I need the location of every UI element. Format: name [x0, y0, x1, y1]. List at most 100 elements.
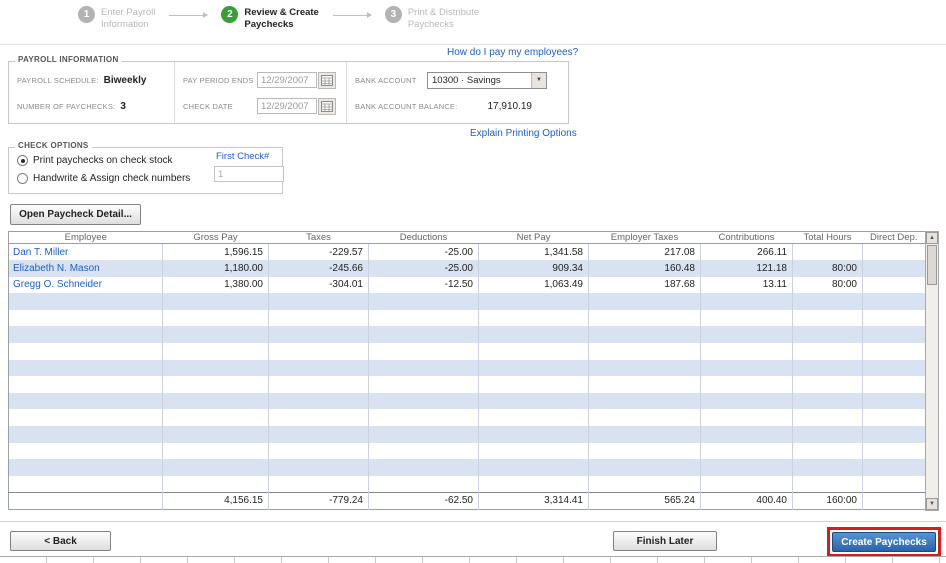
table-row-empty[interactable]	[8, 326, 926, 344]
empty-cell	[862, 359, 926, 377]
handwrite-radio[interactable]	[17, 173, 28, 184]
check-options-title: CHECK OPTIONS	[15, 141, 92, 150]
empty-cell	[700, 475, 793, 493]
total-hours-cell: 80:00	[792, 260, 863, 277]
column-header-direct-dep: Direct Dep.	[862, 231, 926, 244]
print-on-stock-radio[interactable]	[17, 155, 28, 166]
finish-later-button[interactable]: Finish Later	[613, 531, 717, 551]
empty-cell	[588, 442, 701, 460]
empty-cell	[478, 409, 589, 427]
deductions-cell: -12.50	[368, 276, 479, 294]
table-row-empty[interactable]	[8, 309, 926, 327]
employee-name-link[interactable]: Dan T. Miller	[13, 247, 68, 258]
net-pay-cell: 1,341.58	[478, 243, 589, 261]
empty-cell	[368, 475, 479, 493]
empty-cell	[8, 392, 163, 410]
scroll-down-icon[interactable]: ▼	[926, 498, 938, 510]
empty-cell	[8, 343, 163, 360]
taxes-total: -779.24	[268, 491, 369, 509]
employee-name-link[interactable]: Gregg O. Schneider	[13, 279, 102, 290]
empty-cell	[478, 475, 589, 493]
pay-period-ends-input[interactable]	[257, 72, 317, 88]
empty-cell	[368, 309, 479, 327]
totals-empty-cell	[8, 491, 163, 509]
table-header-row: Employee Gross Pay Taxes Deductions Net …	[8, 231, 926, 244]
column-header-deductions: Deductions	[368, 231, 479, 244]
paycheck-table: Employee Gross Pay Taxes Deductions Net …	[8, 231, 926, 510]
employer-taxes-cell: 187.68	[588, 276, 701, 294]
empty-cell	[268, 326, 369, 344]
step-label-line1: Print & Distribute	[407, 7, 480, 18]
empty-cell	[863, 476, 926, 493]
table-row-empty[interactable]	[8, 293, 926, 310]
handwrite-label: Handwrite & Assign check numbers	[33, 173, 191, 184]
empty-cell	[862, 326, 926, 344]
table-row-empty[interactable]	[8, 426, 926, 443]
step-review-create: 2 Review & Create Paychecks	[221, 6, 319, 32]
step-2-label: Review & Create Paychecks	[244, 6, 318, 32]
empty-cell	[700, 309, 793, 327]
back-button[interactable]: < Back	[10, 531, 111, 551]
check-date-input[interactable]	[257, 98, 317, 114]
step-label-line1: Review & Create	[244, 7, 319, 18]
empty-cell	[792, 309, 863, 327]
payroll-schedule-column: PAYROLL SCHEDULE: Biweekly NUMBER OF PAY…	[9, 62, 175, 123]
table-row-empty[interactable]	[8, 359, 926, 377]
table-row-empty[interactable]	[8, 376, 926, 393]
first-check-number-input[interactable]	[214, 166, 284, 182]
calendar-icon[interactable]	[318, 97, 336, 115]
table-scrollbar[interactable]: ▲ ▼	[925, 231, 939, 511]
employee-name-link[interactable]: Elizabeth N. Mason	[13, 263, 100, 274]
how-do-i-pay-link[interactable]: How do I pay my employees?	[447, 47, 578, 58]
table-row-empty[interactable]	[8, 343, 926, 360]
chevron-down-icon[interactable]: ▼	[531, 72, 546, 88]
empty-cell	[8, 359, 163, 377]
table-row-empty[interactable]	[8, 392, 926, 410]
table-row-empty[interactable]	[8, 475, 926, 493]
table-row-empty[interactable]	[8, 442, 926, 460]
empty-cell	[700, 359, 793, 377]
empty-cell	[8, 475, 163, 493]
empty-cell	[588, 409, 701, 427]
paycheck-table-body: Dan T. Miller 1,596.15 -229.57 -25.00 1,…	[8, 243, 926, 493]
payroll-information-title: PAYROLL INFORMATION	[15, 55, 122, 64]
bank-account-select[interactable]: 10300 · Savings ▼	[427, 71, 547, 89]
empty-cell	[368, 376, 479, 393]
scrollbar-thumb[interactable]	[927, 245, 937, 285]
table-row-empty[interactable]	[8, 409, 926, 427]
empty-cell	[478, 376, 589, 393]
table-row[interactable]: Gregg O. Schneider 1,380.00 -304.01 -12.…	[8, 276, 926, 294]
empty-cell	[162, 409, 269, 427]
empty-cell	[588, 293, 701, 310]
header-divider	[0, 44, 946, 45]
table-row[interactable]: Elizabeth N. Mason 1,180.00 -245.66 -25.…	[8, 260, 926, 277]
taxes-cell: -304.01	[268, 276, 369, 294]
scroll-up-icon[interactable]: ▲	[926, 232, 938, 244]
empty-cell	[268, 359, 369, 377]
empty-cell	[792, 293, 863, 310]
step-2-badge: 2	[221, 6, 239, 23]
bank-account-value: 10300 · Savings	[432, 74, 501, 86]
create-paychecks-button[interactable]: Create Paychecks	[832, 532, 936, 552]
contributions-total: 400.40	[700, 491, 793, 509]
direct-dep-total	[862, 491, 926, 509]
empty-cell	[792, 475, 863, 493]
empty-cell	[792, 343, 863, 360]
empty-cell	[700, 293, 793, 310]
step-print-distribute: 3 Print & Distribute Paychecks	[384, 6, 480, 32]
empty-cell	[792, 459, 863, 476]
bank-account-balance-label: BANK ACCOUNT BALANCE:	[355, 101, 458, 111]
empty-cell	[368, 293, 479, 310]
column-header-employer-taxes: Employer Taxes	[588, 231, 701, 244]
print-on-stock-option[interactable]: Print paychecks on check stock	[17, 155, 173, 166]
handwrite-option[interactable]: Handwrite & Assign check numbers	[17, 173, 190, 184]
stepper: 1 Enter Payroll Information 2 Review & C…	[78, 6, 479, 32]
calendar-icon[interactable]	[318, 71, 336, 89]
table-row-empty[interactable]	[8, 459, 926, 476]
empty-cell	[588, 426, 701, 443]
explain-printing-link[interactable]: Explain Printing Options	[470, 128, 577, 139]
table-row[interactable]: Dan T. Miller 1,596.15 -229.57 -25.00 1,…	[8, 243, 926, 261]
empty-cell	[268, 426, 369, 443]
gross-pay-total: 4,156.15	[162, 491, 269, 509]
open-paycheck-detail-button[interactable]: Open Paycheck Detail...	[10, 204, 141, 225]
